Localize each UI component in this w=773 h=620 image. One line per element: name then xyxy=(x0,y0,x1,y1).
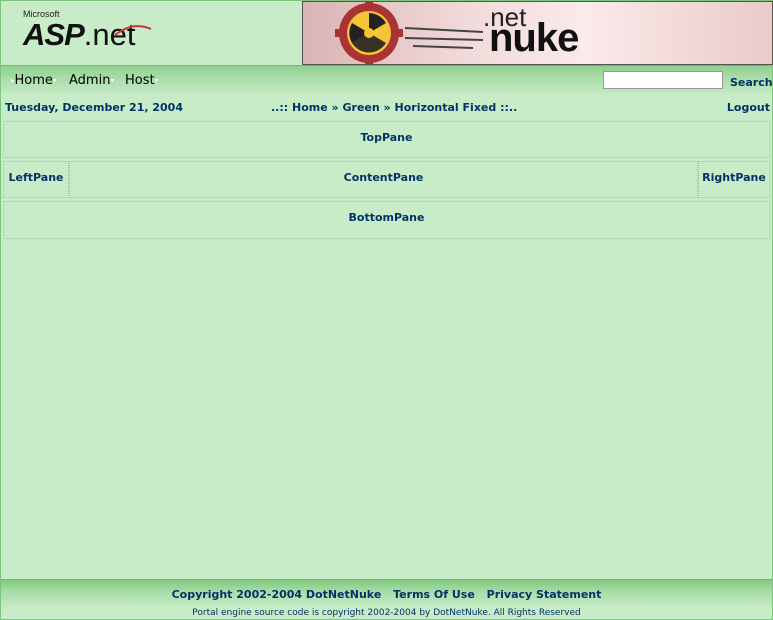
menu-arrow-icon: ▾ xyxy=(52,76,57,85)
menu-item-home[interactable]: ▸Home▾ xyxy=(11,73,56,88)
footer-links: Copyright 2002-2004 DotNetNuke Terms Of … xyxy=(1,588,772,601)
info-bar: Tuesday, December 21, 2004 ..:: Home » G… xyxy=(1,101,772,117)
bottom-pane-label: BottomPane xyxy=(348,211,425,224)
right-pane: RightPane xyxy=(698,161,770,198)
current-date: Tuesday, December 21, 2004 xyxy=(5,101,183,114)
breadcrumb-separator: » xyxy=(383,101,391,114)
asp-net-logo: Microsoft ASP.net xyxy=(23,7,158,55)
terms-link[interactable]: Terms Of Use xyxy=(393,588,475,601)
menu-bar: ▸Home▾ Admin▾ Host▾ Search xyxy=(1,65,773,96)
content-pane: ContentPane xyxy=(69,161,698,198)
menu-arrow-icon: ▾ xyxy=(110,76,114,85)
logout-link[interactable]: Logout xyxy=(727,101,770,114)
left-pane-label: LeftPane xyxy=(8,171,64,184)
page-frame: Microsoft ASP.net .net nuke ▸Home▾ Admin… xyxy=(0,0,773,620)
copyright-text: Copyright 2002-2004 DotNetNuke xyxy=(171,588,382,601)
breadcrumb-prefix: ..:: xyxy=(271,101,289,114)
top-pane: TopPane xyxy=(3,121,770,158)
search-button[interactable]: Search xyxy=(730,76,773,89)
content-pane-label: ContentPane xyxy=(343,171,424,184)
privacy-link[interactable]: Privacy Statement xyxy=(487,588,602,601)
menu-arrow-icon: ▾ xyxy=(154,76,159,85)
breadcrumb-green[interactable]: Green xyxy=(342,101,379,114)
menu-item-host[interactable]: Host▾ xyxy=(125,73,158,88)
banner-nuke-text: nuke xyxy=(489,16,579,60)
menu-item-label: Admin xyxy=(69,73,111,88)
menu-item-label: Home xyxy=(14,73,53,88)
logo-asp: ASP xyxy=(23,17,85,52)
top-pane-label: TopPane xyxy=(360,131,413,144)
left-pane: LeftPane xyxy=(3,161,69,198)
header: Microsoft ASP.net .net nuke xyxy=(1,1,773,65)
breadcrumb-home[interactable]: Home xyxy=(292,101,328,114)
gear-radiation-icon xyxy=(335,2,484,64)
breadcrumb-separator: » xyxy=(331,101,339,114)
breadcrumb-suffix: ::.. xyxy=(500,101,518,114)
logo-swoosh-icon xyxy=(114,25,152,36)
right-pane-label: RightPane xyxy=(702,171,766,184)
menu-item-admin[interactable]: Admin▾ xyxy=(69,73,114,88)
footer-note: Portal engine source code is copyright 2… xyxy=(192,608,581,618)
menu-item-label: Host xyxy=(125,73,155,88)
dotnetnuke-banner: .net nuke xyxy=(302,1,773,65)
breadcrumb-horizontal-fixed[interactable]: Horizontal Fixed xyxy=(395,101,497,114)
footer-bar: Copyright 2002-2004 DotNetNuke Terms Of … xyxy=(1,579,772,609)
search-input[interactable] xyxy=(603,71,723,89)
breadcrumb: ..:: Home » Green » Horizontal Fixed ::.… xyxy=(271,101,517,114)
bottom-pane: BottomPane xyxy=(3,201,770,239)
